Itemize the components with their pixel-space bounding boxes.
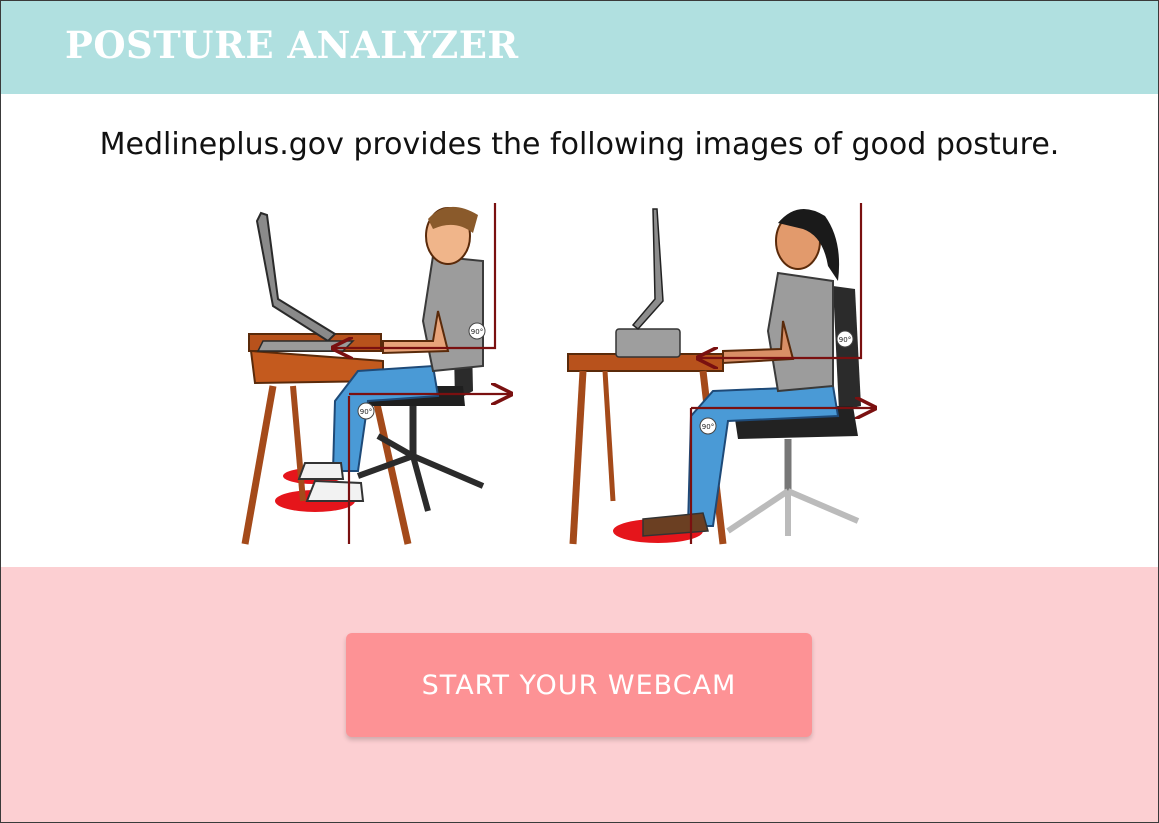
start-webcam-button[interactable]: START YOUR WEBCAM <box>346 633 812 737</box>
app-title: POSTURE ANALYZER <box>65 23 519 67</box>
header-bar: POSTURE ANALYZER <box>1 1 1158 94</box>
intro-text: Medlineplus.gov provides the following i… <box>99 127 1060 162</box>
angle-label-text: 90° <box>702 423 714 431</box>
angle-label-text: 90° <box>471 328 483 336</box>
angle-label-text: 90° <box>839 336 851 344</box>
good-posture-illustration: 90° 90° 90° 90° <box>241 203 893 545</box>
posture-figure-seated-woman <box>567 203 875 545</box>
angle-label-text: 90° <box>360 408 372 416</box>
posture-figure-seated-man <box>241 203 511 545</box>
action-section: START YOUR WEBCAM <box>1 567 1158 822</box>
app-frame: POSTURE ANALYZER Medlineplus.gov provide… <box>0 0 1159 823</box>
